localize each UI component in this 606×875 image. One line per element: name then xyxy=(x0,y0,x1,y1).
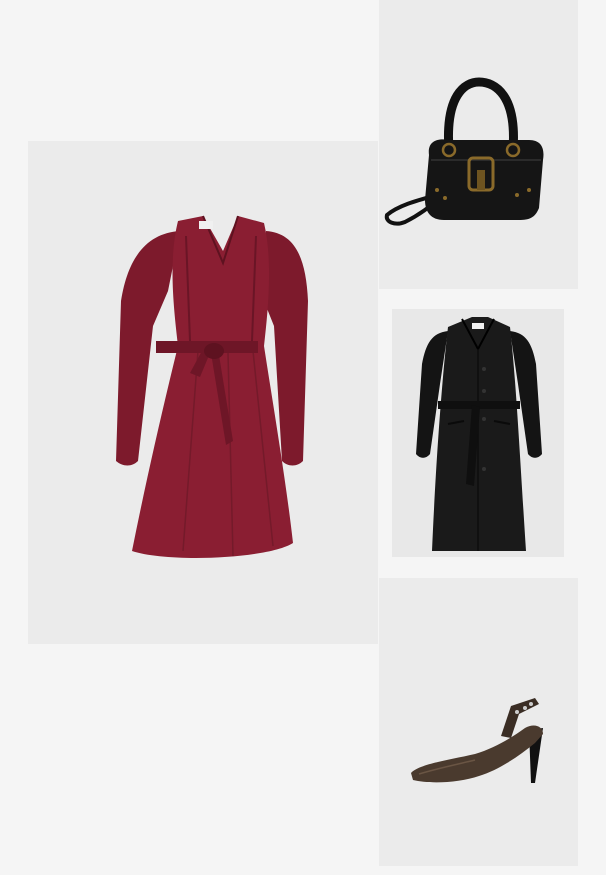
outfit-collage: { "collage": { "items": [ {"id": "dress"… xyxy=(0,0,606,875)
dress-product-tile[interactable] xyxy=(28,141,378,644)
bag-product-tile[interactable] xyxy=(379,0,578,289)
shoulder-bag-icon xyxy=(384,77,544,226)
slingback-pump-icon xyxy=(411,698,543,783)
long-coat-icon xyxy=(416,317,542,551)
shoe-product-tile[interactable] xyxy=(379,578,578,866)
dress-icon xyxy=(116,215,308,558)
coat-product-tile[interactable] xyxy=(392,309,564,557)
